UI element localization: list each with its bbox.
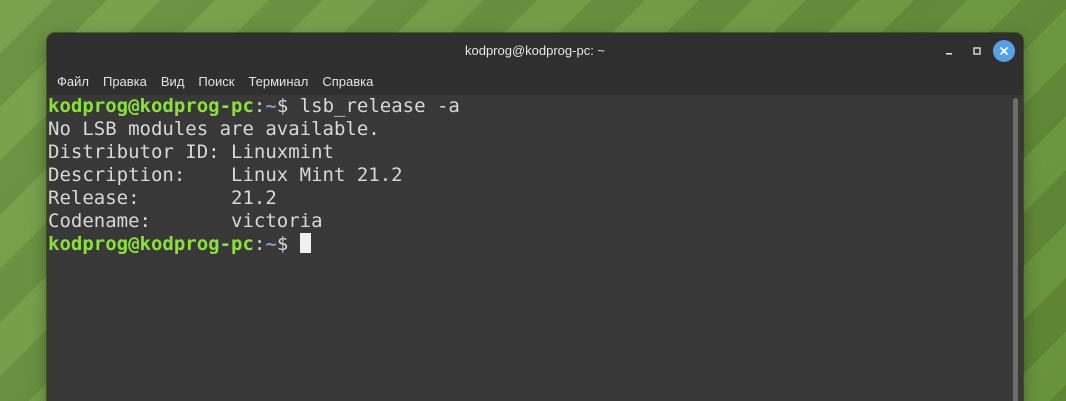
prompt-user-host: kodprog@kodprog-pc <box>48 95 254 117</box>
prompt-separator: : <box>253 95 266 117</box>
window-titlebar[interactable]: kodprog@kodprog-pc: ~ <box>47 33 1023 70</box>
menu-edit[interactable]: Правка <box>96 69 154 95</box>
menu-file[interactable]: Файл <box>50 69 96 95</box>
output-line: Release: 21.2 <box>48 187 277 209</box>
output-line: Codename: victoria <box>48 210 323 232</box>
prompt-suffix: $ <box>276 233 300 255</box>
menu-search[interactable]: Поиск <box>191 69 241 95</box>
close-button[interactable] <box>993 40 1015 62</box>
maximize-button[interactable] <box>966 40 988 62</box>
prompt-path: ~ <box>265 233 277 255</box>
menu-terminal[interactable]: Терминал <box>241 69 315 95</box>
prompt-user-host: kodprog@kodprog-pc <box>48 233 254 255</box>
menu-help[interactable]: Справка <box>315 69 380 95</box>
command-text: lsb_release -a <box>299 95 460 117</box>
menu-view[interactable]: Вид <box>154 69 192 95</box>
output-line: No LSB modules are available. <box>48 118 380 140</box>
prompt-path: ~ <box>265 95 277 117</box>
terminal-window[interactable]: kodprog@kodprog-pc: ~ Файл Правка Вид По… <box>47 33 1023 401</box>
minimize-button[interactable] <box>938 40 960 62</box>
prompt-suffix: $ <box>276 95 300 117</box>
scrollbar-thumb[interactable] <box>1013 98 1018 401</box>
command-line: kodprog@kodprog-pc:~$ lsb_release -a <box>48 95 1007 118</box>
close-icon <box>1000 47 1008 55</box>
active-prompt-line[interactable]: kodprog@kodprog-pc:~$ <box>48 233 1007 256</box>
window-title: kodprog@kodprog-pc: ~ <box>464 43 606 58</box>
prompt-separator: : <box>253 233 266 255</box>
scrollbar[interactable] <box>1013 95 1019 401</box>
minimize-icon <box>946 53 952 55</box>
terminal-content[interactable]: kodprog@kodprog-pc:~$ lsb_release -a No … <box>47 95 1007 401</box>
maximize-icon <box>973 47 981 55</box>
output-line: Description: Linux Mint 21.2 <box>48 164 403 186</box>
text-cursor <box>299 233 311 253</box>
output-line: Distributor ID: Linuxmint <box>48 141 334 163</box>
menu-bar: Файл Правка Вид Поиск Терминал Справка <box>47 69 1023 95</box>
